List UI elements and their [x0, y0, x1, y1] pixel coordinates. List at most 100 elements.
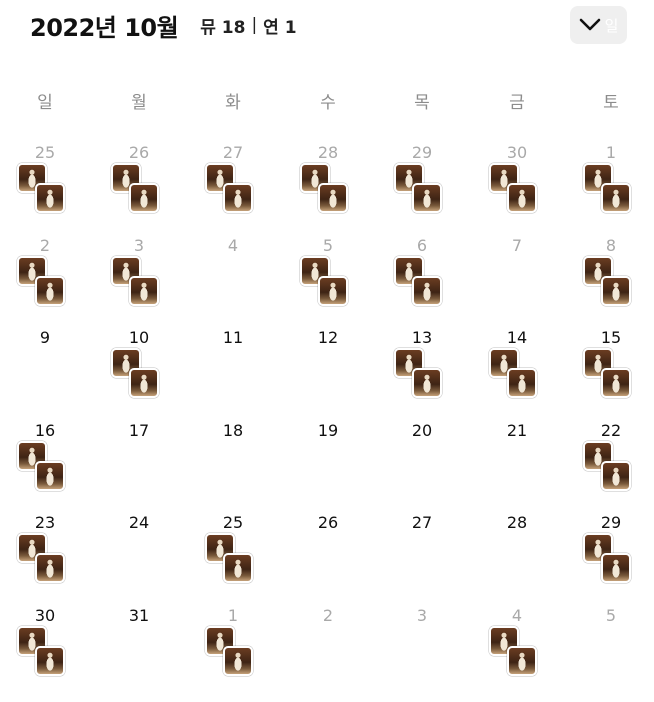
calendar-day-cell[interactable]: 4 — [489, 606, 569, 698]
photo-thumbnail — [412, 368, 442, 398]
calendar-day-cell[interactable]: 26 — [300, 513, 380, 605]
day-number: 1 — [227, 606, 239, 625]
photo-stack[interactable] — [300, 256, 360, 316]
day-number: 28 — [506, 513, 528, 532]
photo-thumbnail — [35, 461, 65, 491]
calendar-day-cell[interactable]: 1 — [205, 606, 285, 698]
calendar-day-cell[interactable]: 30 — [489, 143, 569, 235]
calendar-day-cell[interactable]: 23 — [17, 513, 97, 605]
photo-thumbnail — [129, 183, 159, 213]
day-number: 15 — [600, 328, 622, 347]
calendar-day-cell[interactable]: 30 — [17, 606, 97, 698]
calendar-day-cell[interactable]: 27 — [205, 143, 285, 235]
photo-stack[interactable] — [17, 256, 77, 316]
photo-stack[interactable] — [394, 348, 454, 408]
calendar-day-cell[interactable]: 3 — [394, 606, 474, 698]
photo-thumbnail — [318, 183, 348, 213]
photo-thumbnail — [35, 276, 65, 306]
photo-thumbnail — [601, 368, 631, 398]
calendar-day-cell[interactable]: 15 — [583, 328, 654, 420]
calendar-day-cell[interactable]: 13 — [394, 328, 474, 420]
calendar-day-cell[interactable]: 18 — [205, 421, 285, 513]
photo-stack[interactable] — [111, 348, 171, 408]
day-number: 25 — [34, 143, 56, 162]
calendar-day-cell[interactable]: 6 — [394, 236, 474, 328]
day-number: 20 — [411, 421, 433, 440]
photo-thumbnail — [223, 646, 253, 676]
calendar-day-cell[interactable]: 28 — [300, 143, 380, 235]
calendar-day-cell[interactable]: 5 — [583, 606, 654, 698]
day-number: 26 — [317, 513, 339, 532]
day-number: 4 — [511, 606, 523, 625]
photo-stack[interactable] — [489, 348, 549, 408]
day-number: 2 — [39, 236, 51, 255]
photo-stack[interactable] — [583, 441, 643, 501]
photo-stack[interactable] — [583, 348, 643, 408]
calendar-day-cell[interactable]: 26 — [111, 143, 191, 235]
photo-stack[interactable] — [17, 163, 77, 223]
calendar-day-cell[interactable]: 25 — [17, 143, 97, 235]
calendar-day-cell[interactable]: 2 — [300, 606, 380, 698]
photo-stack[interactable] — [394, 256, 454, 316]
calendar-day-cell[interactable]: 11 — [205, 328, 285, 420]
day-number: 1 — [605, 143, 617, 162]
photo-thumbnail — [507, 183, 537, 213]
day-number: 24 — [128, 513, 150, 532]
calendar-day-cell[interactable]: 8 — [583, 236, 654, 328]
photo-thumbnail — [507, 368, 537, 398]
day-number: 29 — [411, 143, 433, 162]
calendar-day-cell[interactable]: 12 — [300, 328, 380, 420]
calendar-day-cell[interactable]: 14 — [489, 328, 569, 420]
photo-stack[interactable] — [205, 626, 265, 686]
calendar-day-cell[interactable]: 17 — [111, 421, 191, 513]
calendar-day-cell[interactable]: 22 — [583, 421, 654, 513]
photo-thumbnail — [412, 183, 442, 213]
day-number: 26 — [128, 143, 150, 162]
calendar-day-cell[interactable]: 19 — [300, 421, 380, 513]
photo-stack[interactable] — [111, 256, 171, 316]
day-number: 4 — [227, 236, 239, 255]
calendar-day-cell[interactable]: 24 — [111, 513, 191, 605]
calendar-day-cell[interactable]: 29 — [394, 143, 474, 235]
photo-thumbnail — [35, 646, 65, 676]
photo-stack[interactable] — [583, 256, 643, 316]
calendar-day-cell[interactable]: 9 — [17, 328, 97, 420]
calendar-day-cell[interactable]: 1 — [583, 143, 654, 235]
photo-stack[interactable] — [111, 163, 171, 223]
calendar-day-cell[interactable]: 29 — [583, 513, 654, 605]
day-number: 21 — [506, 421, 528, 440]
calendar-day-cell[interactable]: 31 — [111, 606, 191, 698]
photo-stack[interactable] — [205, 163, 265, 223]
calendar-day-cell[interactable]: 21 — [489, 421, 569, 513]
day-number: 6 — [416, 236, 428, 255]
photo-stack[interactable] — [17, 626, 77, 686]
photo-stack[interactable] — [17, 533, 77, 593]
photo-thumbnail — [35, 553, 65, 583]
photo-stack[interactable] — [489, 163, 549, 223]
day-number: 17 — [128, 421, 150, 440]
calendar-day-cell[interactable]: 20 — [394, 421, 474, 513]
calendar-day-cell[interactable]: 25 — [205, 513, 285, 605]
photo-stack[interactable] — [205, 533, 265, 593]
day-number: 18 — [222, 421, 244, 440]
calendar-day-cell[interactable]: 7 — [489, 236, 569, 328]
calendar-day-cell[interactable]: 3 — [111, 236, 191, 328]
photo-stack[interactable] — [300, 163, 360, 223]
photo-stack[interactable] — [17, 441, 77, 501]
photo-stack[interactable] — [394, 163, 454, 223]
day-number: 29 — [600, 513, 622, 532]
calendar-day-cell[interactable]: 27 — [394, 513, 474, 605]
photo-stack[interactable] — [583, 163, 643, 223]
photo-stack[interactable] — [583, 533, 643, 593]
calendar-day-cell[interactable]: 2 — [17, 236, 97, 328]
photo-thumbnail — [601, 461, 631, 491]
calendar-day-cell[interactable]: 16 — [17, 421, 97, 513]
day-number: 11 — [222, 328, 244, 347]
photo-stack[interactable] — [489, 626, 549, 686]
calendar-day-cell[interactable]: 4 — [205, 236, 285, 328]
calendar-day-cell[interactable]: 10 — [111, 328, 191, 420]
day-number: 14 — [506, 328, 528, 347]
calendar-day-cell[interactable]: 5 — [300, 236, 380, 328]
day-number: 13 — [411, 328, 433, 347]
calendar-day-cell[interactable]: 28 — [489, 513, 569, 605]
